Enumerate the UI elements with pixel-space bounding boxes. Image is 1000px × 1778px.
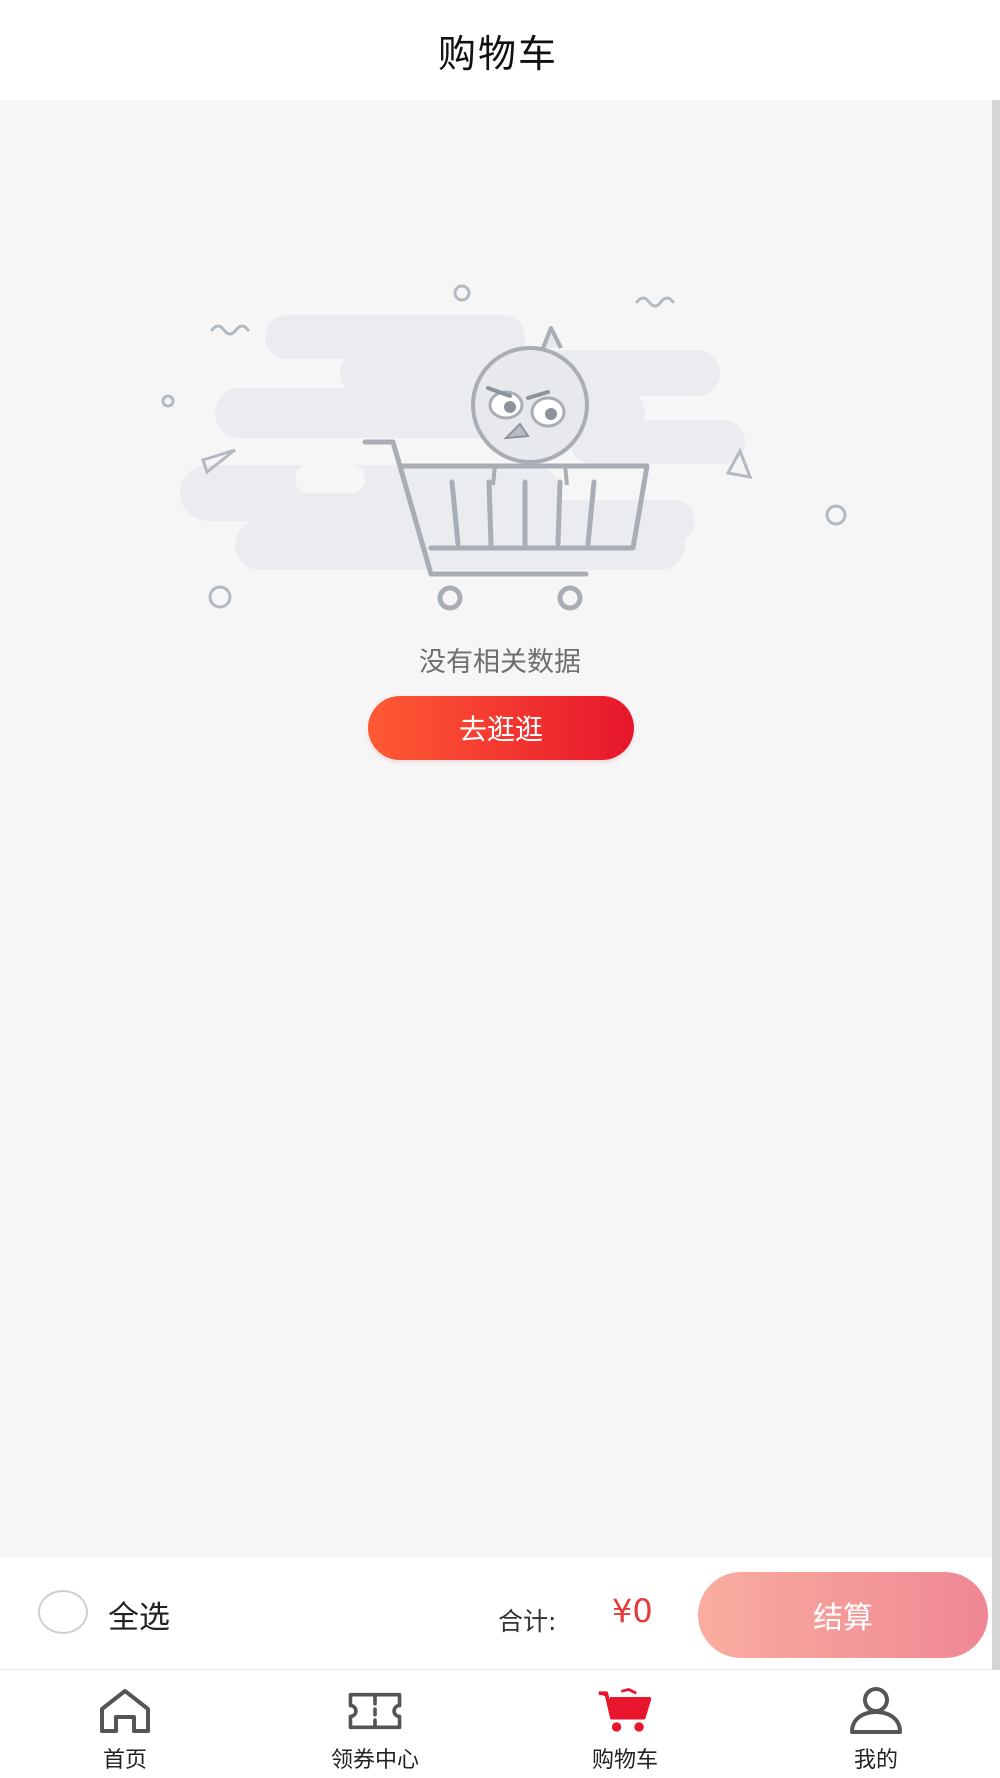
total-price: ¥0 bbox=[612, 1592, 653, 1630]
wave-right-icon bbox=[635, 296, 675, 308]
select-all-checkbox[interactable] bbox=[38, 1590, 88, 1634]
tab-home-label: 首页 bbox=[102, 1748, 147, 1773]
empty-cart-illustration bbox=[161, 284, 847, 611]
cart-icon bbox=[598, 1687, 652, 1732]
select-all-label[interactable]: 全选 bbox=[108, 1592, 170, 1637]
tab-coupon-center[interactable]: 领券中心 bbox=[275, 1670, 475, 1778]
dot-left-icon bbox=[161, 394, 175, 408]
tab-profile[interactable]: 我的 bbox=[776, 1670, 976, 1778]
checkout-bar: 全选 合计: ¥0 结算 bbox=[0, 1558, 992, 1670]
dot-top-icon bbox=[453, 284, 471, 302]
top-bar: 购物车 bbox=[0, 0, 1000, 100]
person-icon bbox=[850, 1687, 902, 1734]
home-icon bbox=[100, 1689, 150, 1733]
cloud-background bbox=[180, 315, 745, 570]
bottom-tab-bar: 首页 领券中心 购物车 我的 bbox=[0, 1670, 992, 1778]
tab-profile-label: 我的 bbox=[853, 1748, 898, 1773]
tab-coupon-center-label: 领券中心 bbox=[330, 1748, 419, 1773]
empty-message: 没有相关数据 bbox=[419, 647, 581, 678]
total-label: 合计: bbox=[498, 1607, 557, 1636]
tab-home[interactable]: 首页 bbox=[25, 1670, 225, 1778]
go-shopping-button[interactable]: 去逛逛 bbox=[368, 696, 634, 760]
wave-left-icon bbox=[210, 324, 250, 336]
cart-page: 购物车 没有相关数据 去逛逛 全选 合计: ¥0 结算 首页 领券中心 购物车 … bbox=[0, 0, 1000, 1778]
dot-right-icon bbox=[825, 504, 847, 526]
ticket-icon bbox=[348, 1692, 402, 1730]
tab-cart-label: 购物车 bbox=[591, 1748, 658, 1773]
page-title: 购物车 bbox=[437, 31, 558, 76]
tab-cart[interactable]: 购物车 bbox=[525, 1670, 725, 1778]
scrollbar[interactable] bbox=[992, 100, 1000, 1670]
checkout-button[interactable]: 结算 bbox=[698, 1572, 988, 1658]
dot-bottom-icon bbox=[208, 585, 232, 609]
